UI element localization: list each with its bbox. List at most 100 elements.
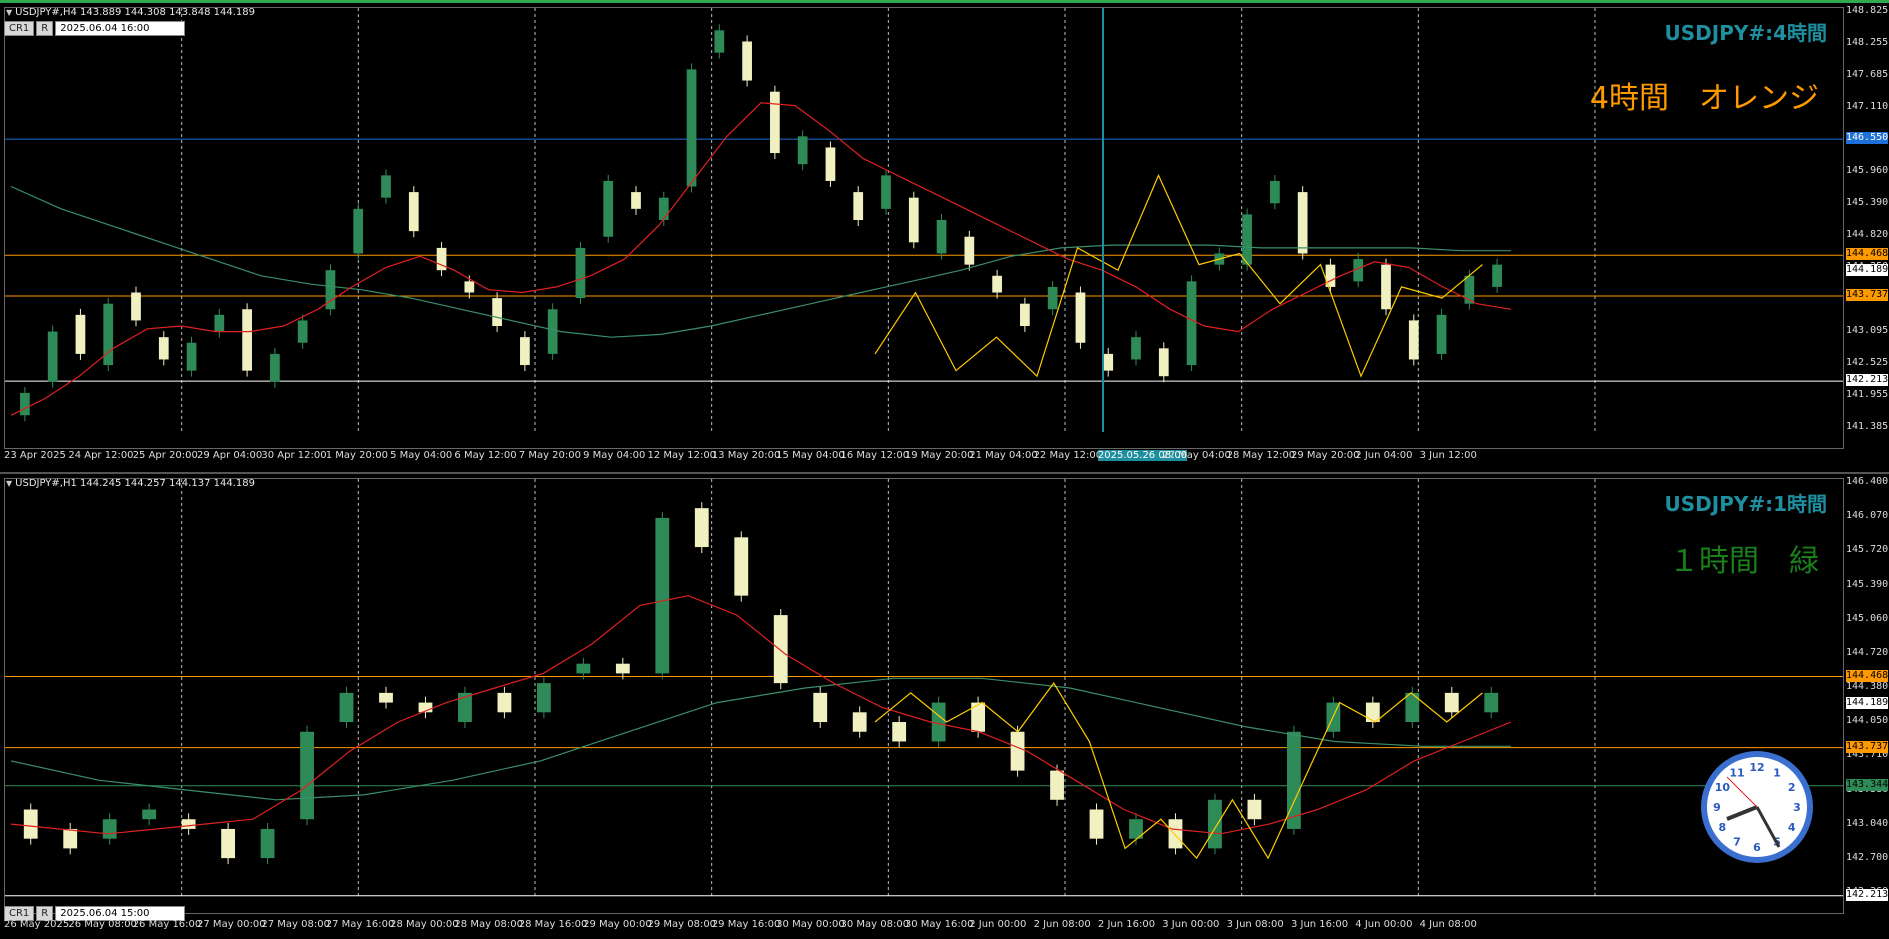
time-tick-label: 3 Jun 08:00 — [1226, 919, 1284, 930]
time-tick-label: 3 Jun 12:00 — [1419, 450, 1477, 461]
time-tick-label: 4 Jun 08:00 — [1419, 919, 1477, 930]
price-badge: 144.189 — [1846, 696, 1889, 709]
candle-body — [813, 692, 828, 723]
price-badge: 144.468 — [1846, 669, 1889, 682]
time-tick-label: 15 May 04:00 — [776, 450, 845, 461]
price-tick-label: 144.050 — [1846, 715, 1889, 727]
time-tick-label: 22 May 12:00 — [1033, 450, 1103, 461]
candle-body — [379, 692, 393, 703]
cr1-button[interactable]: CR1 — [4, 21, 35, 36]
price-tick-label: 145.720 — [1846, 544, 1889, 556]
h1-big-title: １時間 緑 — [1669, 544, 1819, 579]
time-tick-label: 7 May 20:00 — [518, 450, 581, 461]
time-tick-label: 29 Apr 04:00 — [197, 450, 263, 461]
clock-numeral: 3 — [1793, 801, 1801, 814]
r-button[interactable]: R — [36, 21, 54, 36]
candle-body — [1103, 353, 1114, 371]
price-tick-label: 145.390 — [1846, 578, 1889, 590]
price-tick-label: 145.960 — [1846, 165, 1889, 176]
candle-body — [992, 275, 1002, 293]
candle-body — [1297, 192, 1308, 254]
time-tick-label: 29 May 20:00 — [1290, 450, 1360, 461]
clock-numeral: 6 — [1753, 841, 1761, 854]
candle-body — [23, 809, 38, 839]
time-tick-label: 26 May 2025 — [4, 919, 70, 930]
time-tick-label: 2 Jun 00:00 — [969, 919, 1027, 930]
candle-body — [270, 353, 280, 382]
candle-body — [408, 192, 419, 232]
candle-body — [1158, 348, 1169, 377]
time-tick-label: 28 May 00:00 — [390, 919, 459, 930]
candle-body — [1168, 819, 1183, 849]
time-tick-label: 28 May 12:00 — [1226, 450, 1296, 461]
time-tick-label: 25 Apr 20:00 — [132, 450, 198, 461]
candle-body — [547, 309, 558, 354]
time-tick-label: 30 Apr 12:00 — [261, 450, 327, 461]
candle-body — [221, 828, 236, 859]
ma-green-line — [10, 185, 1511, 338]
candle-body — [1050, 770, 1064, 800]
ma-red-line — [10, 595, 1512, 835]
candle-body — [1089, 809, 1104, 839]
clock-numeral: 12 — [1749, 761, 1764, 774]
h1-chart-pane[interactable]: ▼ USDJPY#,H1 144.245 144.257 144.137 144.… — [0, 472, 1889, 939]
candle-body — [102, 819, 117, 839]
candle-body — [936, 220, 947, 254]
h4-ohlc-text: USDJPY#,H4 143.889 144.308 143.848 144.1… — [15, 7, 255, 18]
time-tick-label: 4 Jun 00:00 — [1355, 919, 1413, 930]
time-tick-label: 13 May 20:00 — [711, 450, 781, 461]
candle-body — [1444, 692, 1459, 713]
price-tick-label: 142.525 — [1846, 357, 1889, 368]
candle-body — [1436, 314, 1447, 354]
price-tick-label: 141.955 — [1846, 389, 1889, 400]
candle-body — [694, 508, 709, 548]
candle-body — [63, 828, 78, 849]
h4-plot-area[interactable] — [4, 7, 1844, 449]
candle-body — [881, 175, 891, 209]
candle-body — [1247, 799, 1262, 820]
h1-plot-area[interactable] — [4, 478, 1844, 914]
time-tick-label: 29 May 08:00 — [647, 919, 717, 930]
candle-body — [1131, 337, 1141, 360]
time-tick-label: 27 May 08:00 — [261, 919, 330, 930]
time-tick-label: 30 May 00:00 — [776, 919, 845, 930]
h1-ohlc-text: USDJPY#,H1 144.245 144.257 144.137 144.1… — [15, 478, 255, 489]
candle-body — [186, 342, 197, 371]
time-tick-label: 26 May 08:00 — [68, 919, 137, 930]
candle-body — [131, 292, 141, 321]
time-tick-label: 6 May 12:00 — [454, 450, 517, 461]
candle-body — [853, 192, 864, 220]
price-badge: 143.737 — [1846, 740, 1889, 753]
candle-body — [615, 663, 630, 674]
candle-body — [770, 91, 780, 154]
time-tick-label: 29 May 16:00 — [711, 919, 781, 930]
time-tick-label: 2 Jun 08:00 — [1033, 919, 1091, 930]
clock-numeral: 11 — [1729, 766, 1744, 779]
candle-body — [742, 41, 752, 81]
price-tick-label: 144.820 — [1846, 229, 1889, 240]
price-badge: 142.213 — [1846, 374, 1889, 387]
time-tick-label: 1 May 20:00 — [325, 450, 388, 461]
time-tick-label: 3 Jun 16:00 — [1290, 919, 1349, 930]
price-tick-label: 142.700 — [1846, 851, 1889, 863]
clock-numeral: 9 — [1713, 801, 1721, 814]
candle-body — [1270, 180, 1280, 204]
h4-chart-svg[interactable] — [5, 8, 1843, 448]
candle-body — [1365, 702, 1380, 723]
candle-body — [908, 197, 919, 243]
h1-chart-svg[interactable] — [5, 479, 1843, 913]
h4-chart-pane[interactable]: ▼ USDJPY#,H4 143.889 144.308 143.848 144.… — [0, 0, 1889, 470]
triangle-down-icon: ▼ — [6, 479, 13, 488]
candle-body — [575, 247, 586, 299]
time-tick-label: 24 Apr 12:00 — [68, 450, 134, 461]
h1-symbol-title: USDJPY#:1時間 — [1664, 492, 1828, 516]
candle-body — [603, 180, 614, 237]
price-tick-label: 148.825 — [1846, 5, 1889, 16]
candle-body — [964, 236, 975, 265]
h4-cr-box[interactable]: CR1 R 2025.06.04 16:00 — [4, 21, 186, 36]
time-tick-label: 27 May 00:00 — [197, 919, 266, 930]
time-tick-label: 2 Jun 04:00 — [1355, 450, 1413, 461]
candle-body — [297, 320, 308, 343]
price-badge: 142.213 — [1846, 888, 1889, 901]
h4-big-title: 4時間 オレンジ — [1589, 81, 1819, 116]
